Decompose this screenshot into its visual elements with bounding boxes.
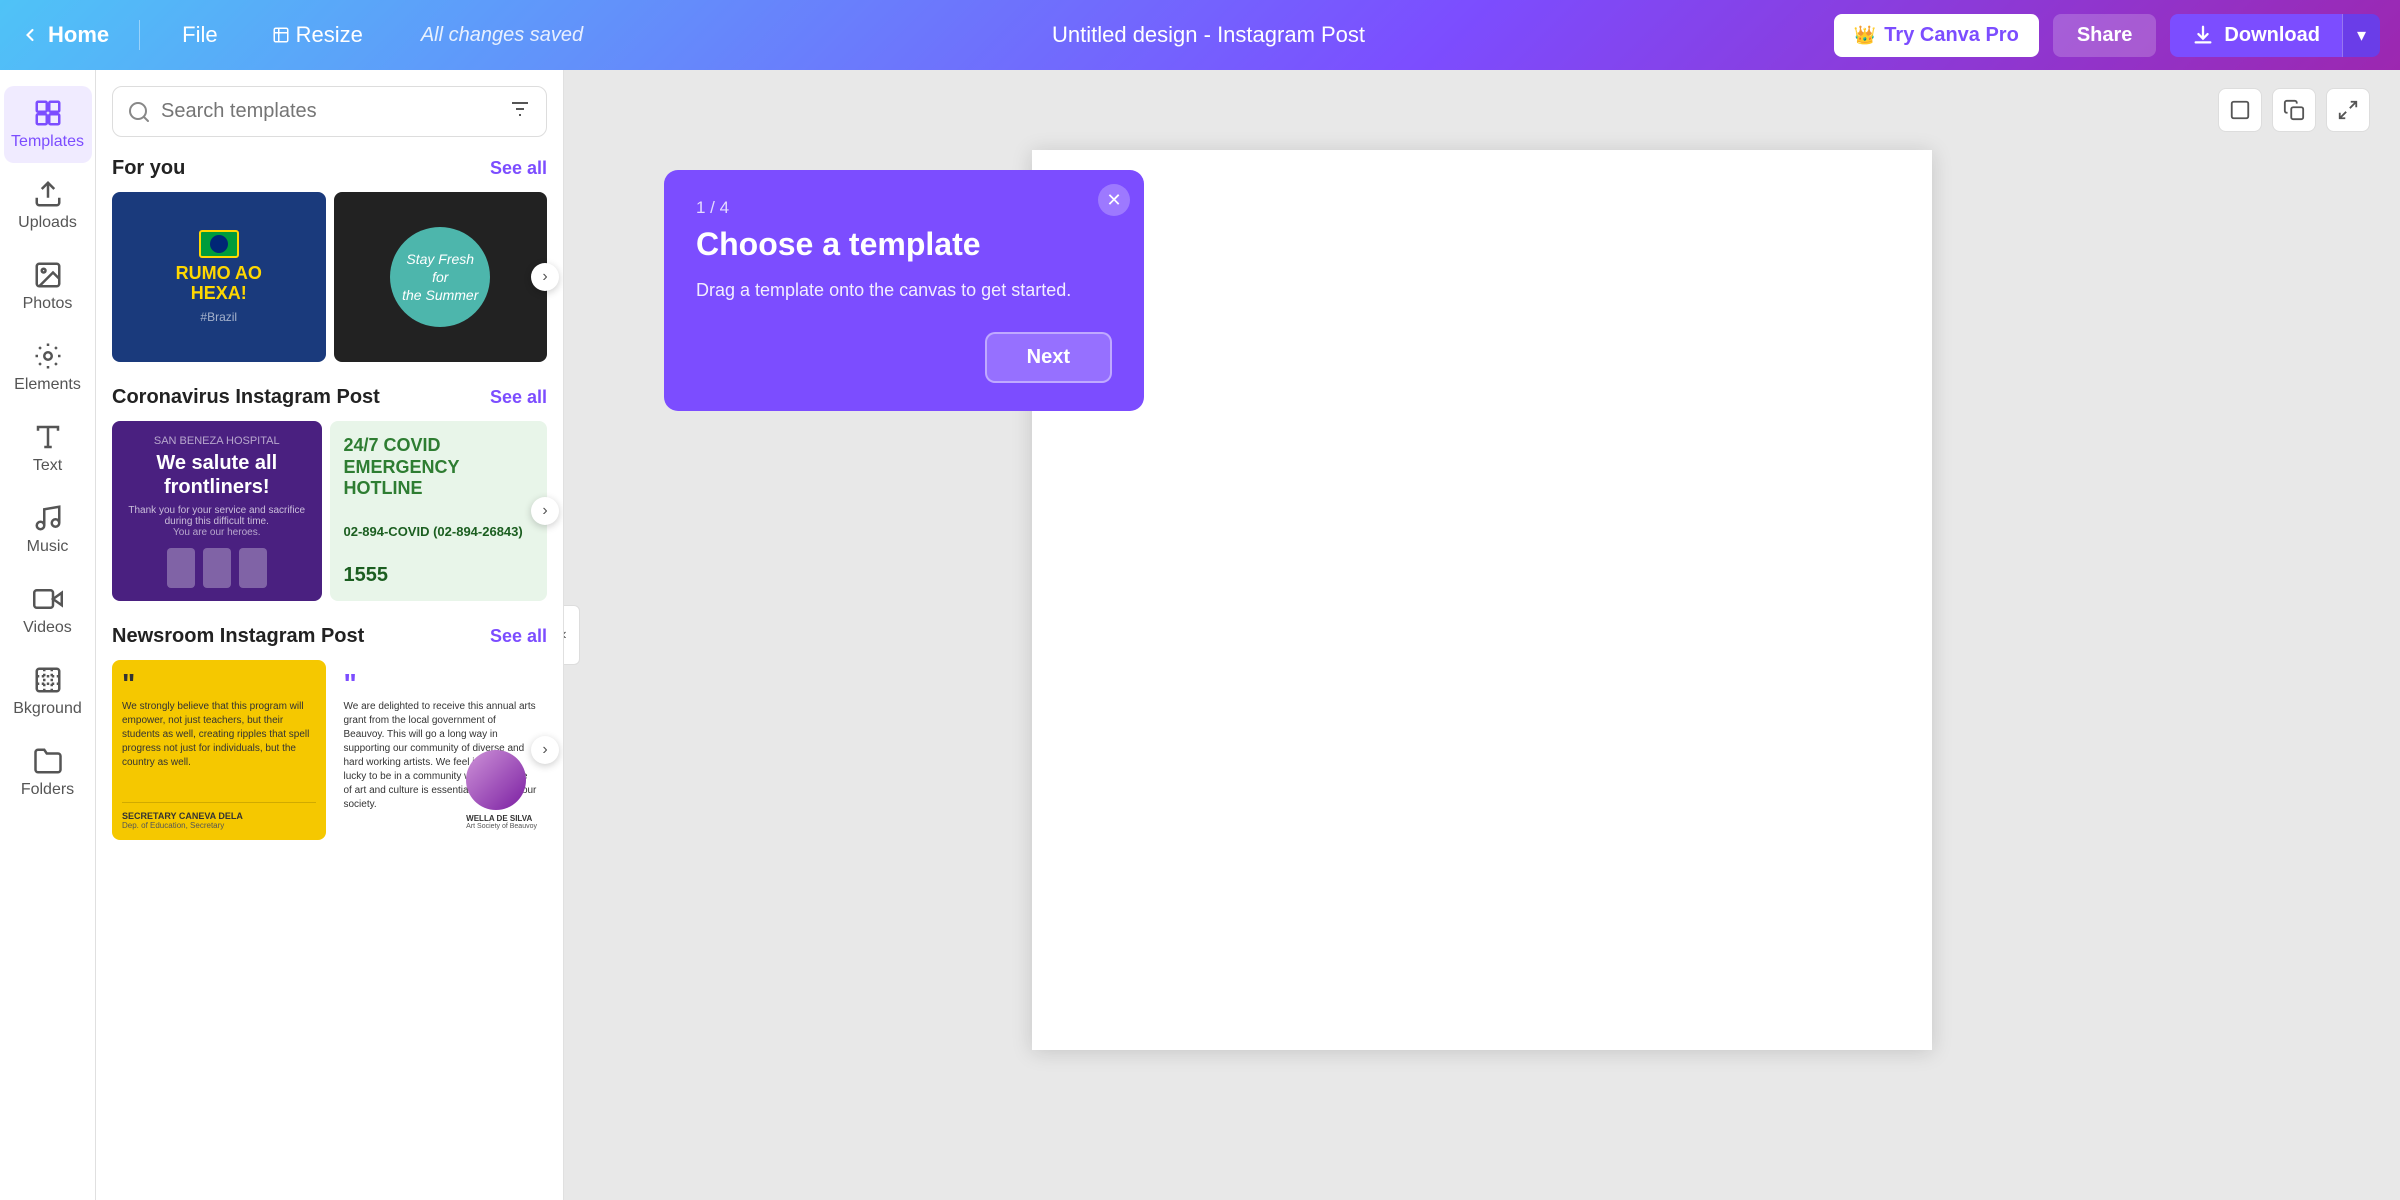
sidebar-label-videos: Videos [23, 619, 72, 637]
newsroom-arrow[interactable]: › [531, 736, 559, 764]
covid1-figures [167, 548, 267, 588]
tooltip-actions: Next [696, 332, 1112, 383]
tooltip-description: Drag a template onto the canvas to get s… [696, 277, 1112, 304]
sidebar-label-elements: Elements [14, 376, 81, 394]
see-all-coronavirus[interactable]: See all [490, 387, 547, 408]
share-button[interactable]: Share [2053, 14, 2157, 57]
see-all-for-you[interactable]: See all [490, 158, 547, 179]
tooltip-close-button[interactable]: ✕ [1098, 184, 1130, 216]
figure-2 [203, 548, 231, 588]
sidebar-label-background: Bkground [13, 700, 82, 718]
frame-tool-button[interactable] [2218, 88, 2262, 132]
sidebar-item-elements[interactable]: Elements [4, 329, 92, 406]
template-card-news1[interactable]: " We strongly believe that this program … [112, 660, 326, 840]
news2-author: WELLA DE SILVA Art Society of Beauvoy [466, 750, 537, 830]
try-canva-pro-button[interactable]: 👑 Try Canva Pro [1834, 14, 2039, 57]
search-input[interactable] [161, 100, 498, 123]
sidebar-label-folders: Folders [21, 781, 74, 799]
expand-tool-button[interactable] [2326, 88, 2370, 132]
section-header-newsroom: Newsroom Instagram Post See all [112, 625, 547, 648]
autosave-status: All changes saved [421, 24, 583, 47]
topbar: Home File Resize All changes saved Untit… [0, 0, 2400, 70]
covid1-text: We salute all frontliners! [156, 451, 277, 499]
templates-panel: For you See all RUMO AO HEXA! #Brazil [96, 70, 564, 1200]
news1-footer: SECRETARY CANEVA DELA Dep. of Education,… [122, 802, 316, 830]
sidebar-item-music[interactable]: Music [4, 491, 92, 568]
covid1-sub: Thank you for your service and sacrifice… [122, 505, 312, 527]
document-title: Untitled design - Instagram Post [1052, 22, 1365, 47]
covid1-sub2: You are our heroes. [173, 527, 260, 538]
sidebar-label-music: Music [27, 538, 69, 556]
tooltip-popup: ✕ 1 / 4 Choose a template Drag a templat… [664, 170, 1144, 411]
news1-quote-mark: " [122, 670, 316, 698]
sidebar-item-folders[interactable]: Folders [4, 734, 92, 811]
section-coronavirus: Coronavirus Instagram Post See all SAN B… [112, 386, 547, 601]
icon-bar: Templates Uploads Photos Elements [0, 70, 96, 1200]
brazil-circle-icon [210, 235, 228, 253]
section-title-newsroom: Newsroom Instagram Post [112, 625, 364, 648]
fresh-text: Stay Fresh for the Summer [394, 242, 486, 313]
sidebar-item-text[interactable]: Text [4, 410, 92, 487]
collapse-panel-button[interactable]: ‹ [564, 605, 580, 665]
section-for-you: For you See all RUMO AO HEXA! #Brazil [112, 157, 547, 362]
sidebar-label-templates: Templates [11, 133, 84, 151]
section-header-for-you: For you See all [112, 157, 547, 180]
covid2-alt-number: 1555 [344, 564, 534, 587]
brazil-flag-icon [199, 230, 239, 258]
sidebar-item-photos[interactable]: Photos [4, 248, 92, 325]
search-icon [127, 100, 151, 124]
nav-divider [139, 20, 140, 50]
sidebar-item-templates[interactable]: Templates [4, 86, 92, 163]
search-bar [112, 86, 547, 137]
sidebar-label-text: Text [33, 457, 62, 475]
section-title-coronavirus: Coronavirus Instagram Post [112, 386, 380, 409]
template-card-covid1[interactable]: SAN BENEZA HOSPITAL We salute all frontl… [112, 421, 322, 601]
sidebar-label-photos: Photos [23, 295, 73, 313]
filter-button[interactable] [508, 97, 532, 126]
template-card-covid2[interactable]: 24/7 COVID EMERGENCY HOTLINE 02-894-COVI… [330, 421, 548, 601]
brazil-title: RUMO AO HEXA! [176, 264, 262, 304]
news2-avatar [466, 750, 526, 810]
canvas-toolbar [2218, 88, 2370, 132]
resize-button[interactable]: Resize [260, 16, 375, 54]
file-button[interactable]: File [170, 16, 229, 54]
sidebar-item-uploads[interactable]: Uploads [4, 167, 92, 244]
home-button[interactable]: Home [20, 22, 109, 48]
download-button[interactable]: Download [2170, 14, 2342, 57]
section-newsroom: Newsroom Instagram Post See all " We str… [112, 625, 547, 840]
figure-1 [167, 548, 195, 588]
see-all-newsroom[interactable]: See all [490, 626, 547, 647]
section-header-coronavirus: Coronavirus Instagram Post See all [112, 386, 547, 409]
sidebar-label-uploads: Uploads [18, 214, 77, 232]
template-card-news2[interactable]: " We are delighted to receive this annua… [334, 660, 548, 840]
coronavirus-template-row: SAN BENEZA HOSPITAL We salute all frontl… [112, 421, 547, 601]
coronavirus-arrow[interactable]: › [531, 497, 559, 525]
fresh-circle: Stay Fresh for the Summer [390, 227, 490, 327]
news2-quote-mark: " [344, 670, 538, 698]
for-you-arrow[interactable]: › [531, 263, 559, 291]
download-dropdown-button[interactable]: ▾ [2342, 14, 2380, 57]
brazil-hashtag: #Brazil [200, 310, 237, 324]
copy-tool-button[interactable] [2272, 88, 2316, 132]
newsroom-template-row: " We strongly believe that this program … [112, 660, 547, 840]
for-you-template-row: RUMO AO HEXA! #Brazil Stay Fresh for the… [112, 192, 547, 362]
figure-3 [239, 548, 267, 588]
template-card-fresh[interactable]: Stay Fresh for the Summer [334, 192, 548, 362]
main-layout: Templates Uploads Photos Elements [0, 70, 2400, 1200]
covid2-number: 02-894-COVID (02-894-26843) [344, 524, 534, 539]
tooltip-next-button[interactable]: Next [985, 332, 1112, 383]
news1-body: We strongly believe that this program wi… [122, 700, 316, 802]
sidebar-item-videos[interactable]: Videos [4, 572, 92, 649]
crown-icon: 👑 [1854, 25, 1876, 46]
template-card-brazil[interactable]: RUMO AO HEXA! #Brazil [112, 192, 326, 362]
sidebar-item-background[interactable]: Bkground [4, 653, 92, 730]
tooltip-progress: 1 / 4 [696, 198, 1112, 218]
download-button-group: Download ▾ [2170, 14, 2380, 57]
canvas-area: ‹ ✕ 1 / 4 [564, 70, 2400, 1200]
covid1-hospital: SAN BENEZA HOSPITAL [154, 435, 280, 447]
covid2-header: 24/7 COVID EMERGENCY HOTLINE [344, 435, 534, 500]
canvas-page [1032, 150, 1932, 1050]
section-title-for-you: For you [112, 157, 185, 180]
tooltip-title: Choose a template [696, 226, 1112, 263]
